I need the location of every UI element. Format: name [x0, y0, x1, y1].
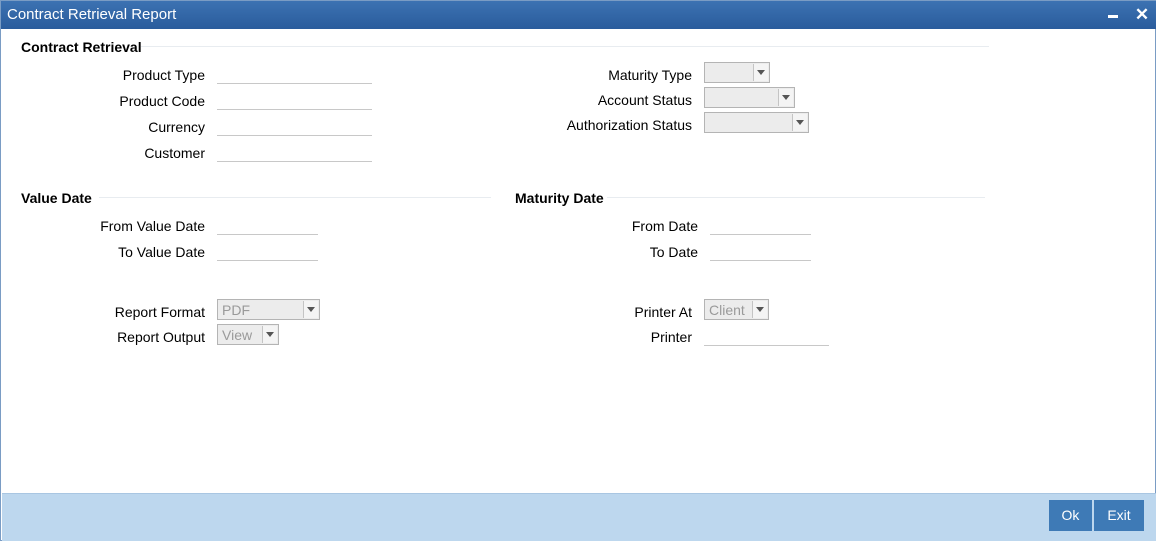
- window-title: Contract Retrieval Report: [7, 6, 177, 23]
- report-output-value: View: [222, 327, 253, 343]
- customer-label: Customer: [144, 145, 205, 161]
- maturity-date-heading: Maturity Date: [515, 190, 604, 206]
- title-bar: Contract Retrieval Report ✕: [1, 1, 1156, 29]
- maturity-type-select[interactable]: [704, 62, 770, 83]
- footer-bar: Ok Exit: [2, 493, 1156, 541]
- printer-at-label: Printer At: [634, 304, 692, 320]
- exit-button[interactable]: Exit: [1094, 500, 1144, 531]
- to-date-label: To Date: [649, 244, 698, 260]
- printer-field[interactable]: [704, 326, 829, 346]
- from-date-label: From Date: [631, 218, 698, 234]
- currency-label: Currency: [148, 119, 205, 135]
- value-date-heading: Value Date: [21, 190, 92, 206]
- printer-at-select[interactable]: Client: [704, 299, 769, 320]
- chevron-down-icon[interactable]: [303, 301, 318, 318]
- report-format-select[interactable]: PDF: [217, 299, 320, 320]
- report-format-value: PDF: [222, 302, 250, 318]
- product-code-label: Product Code: [119, 93, 205, 109]
- section-divider: [607, 197, 985, 198]
- section-divider: [99, 197, 491, 198]
- currency-field[interactable]: [217, 116, 372, 136]
- printer-at-value: Client: [709, 302, 745, 318]
- chevron-down-icon[interactable]: [753, 64, 768, 81]
- section-divider: [141, 46, 989, 47]
- product-type-field[interactable]: [217, 64, 372, 84]
- to-value-date-label: To Value Date: [118, 244, 205, 260]
- close-icon[interactable]: ✕: [1132, 5, 1152, 25]
- product-code-field[interactable]: [217, 90, 372, 110]
- report-output-select[interactable]: View: [217, 324, 279, 345]
- chevron-down-icon[interactable]: [792, 114, 807, 131]
- maturity-type-label: Maturity Type: [608, 67, 692, 83]
- report-window: Contract Retrieval Report ✕ Contract Ret…: [0, 0, 1156, 541]
- authorization-status-select[interactable]: [704, 112, 809, 133]
- chevron-down-icon[interactable]: [752, 301, 767, 318]
- account-status-label: Account Status: [597, 92, 692, 108]
- account-status-select[interactable]: [704, 87, 795, 108]
- to-value-date-field[interactable]: [217, 241, 318, 261]
- ok-button[interactable]: Ok: [1049, 500, 1092, 531]
- from-value-date-label: From Value Date: [100, 218, 205, 234]
- to-date-field[interactable]: [710, 241, 811, 261]
- minimize-icon[interactable]: [1103, 5, 1123, 25]
- printer-label: Printer: [650, 329, 692, 345]
- report-format-label: Report Format: [114, 304, 205, 320]
- chevron-down-icon[interactable]: [778, 89, 793, 106]
- contract-retrieval-heading: Contract Retrieval: [21, 39, 142, 55]
- report-output-label: Report Output: [117, 329, 205, 345]
- authorization-status-label: Authorization Status: [566, 117, 692, 133]
- customer-field[interactable]: [217, 142, 372, 162]
- product-type-label: Product Type: [122, 67, 205, 83]
- from-date-field[interactable]: [710, 215, 811, 235]
- chevron-down-icon[interactable]: [262, 326, 277, 343]
- from-value-date-field[interactable]: [217, 215, 318, 235]
